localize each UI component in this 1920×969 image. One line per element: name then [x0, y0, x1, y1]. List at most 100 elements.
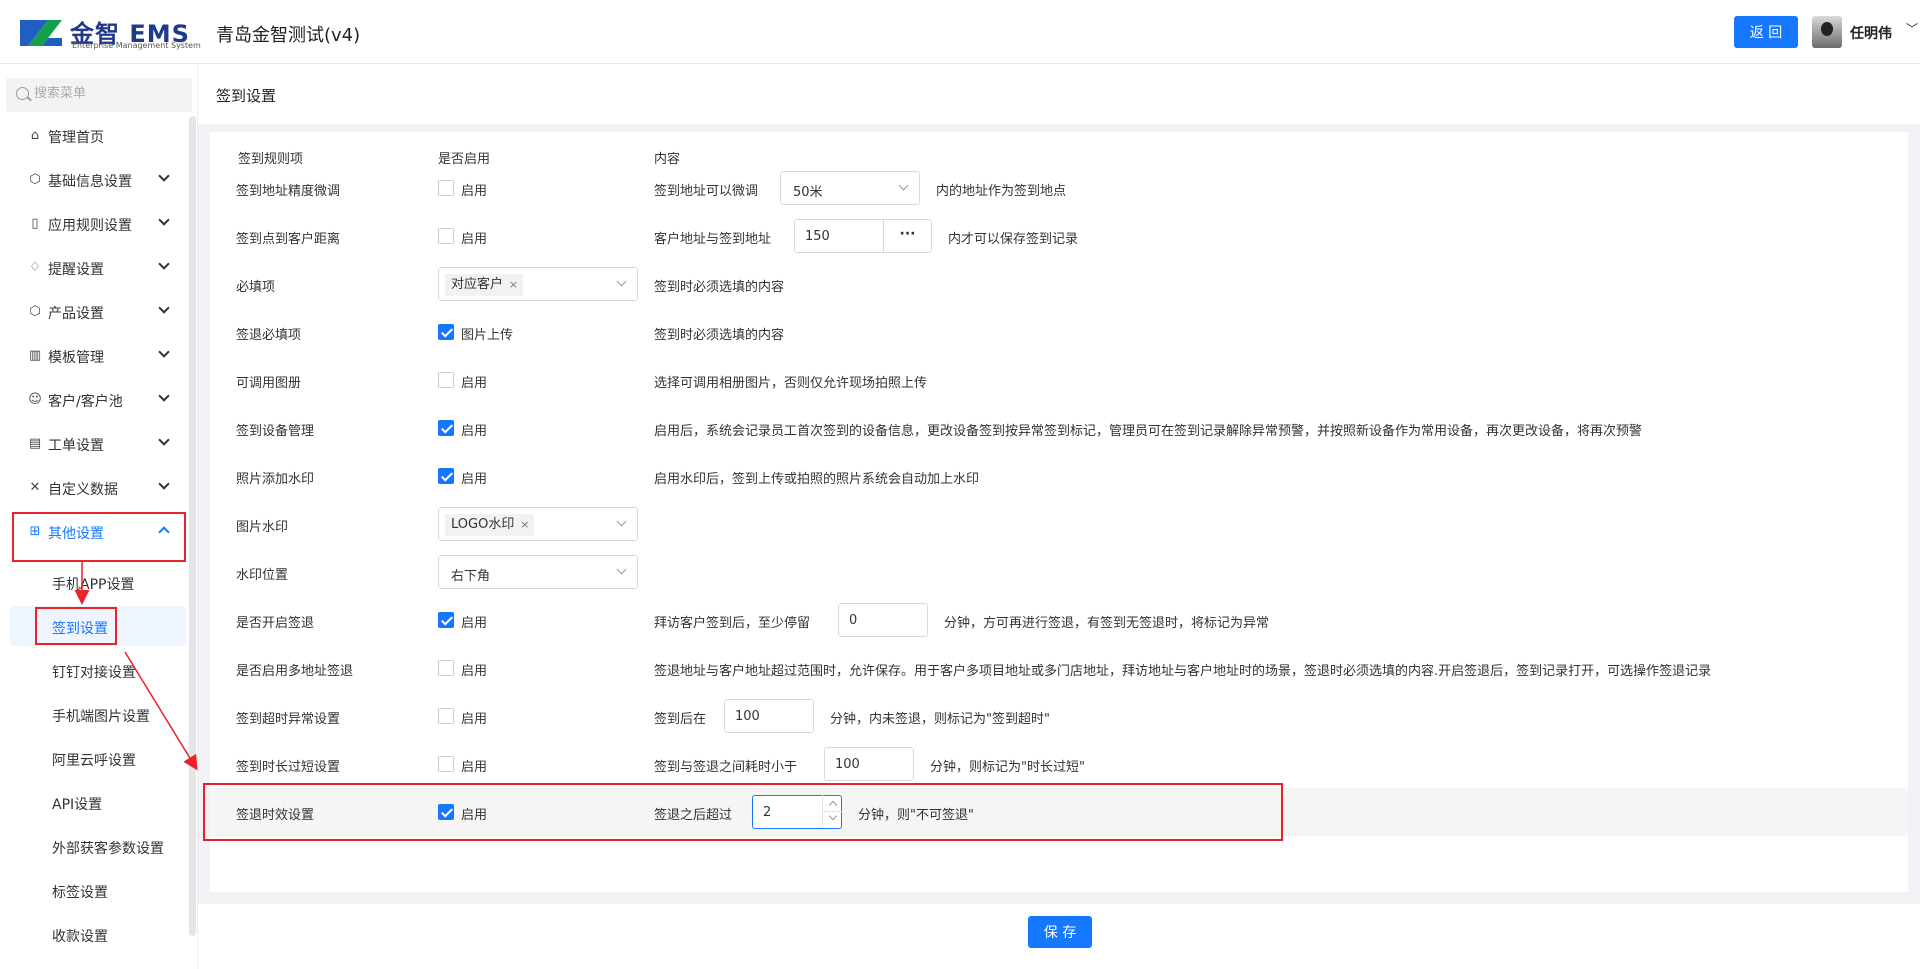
row-text: 选择可调用相册图片，否则仅允许现场拍照上传 [654, 376, 928, 391]
watermark-select[interactable]: LOGO水印 × [438, 507, 638, 541]
checkbox-label: 启用 [461, 376, 488, 391]
sidebar: ⌂ 管理首页 ⬡ 基础信息设置 ▯ 应用规则设置 ♢ 提醒设置 ⬡ 产品设置 ▥… [0, 64, 198, 969]
distance-input[interactable] [794, 219, 884, 253]
sidebar-item-other-settings[interactable]: ⊞ 其他设置 [0, 510, 186, 554]
distance-select[interactable]: 50米 [780, 171, 920, 205]
validity-number-input[interactable] [752, 795, 843, 829]
sidebar-item-basic-info[interactable]: ⬡ 基础信息设置 [0, 158, 186, 202]
sidebar-subitem-mobile-app[interactable]: 手机APP设置 [0, 562, 186, 602]
chevron-down-icon [158, 390, 168, 400]
page-title: 签到设置 [216, 87, 277, 105]
company-logo[interactable]: 金智 EMS Enterprise Management System [18, 14, 201, 52]
enable-checkbox[interactable] [438, 324, 454, 340]
tag-label: LOGO水印 [451, 517, 515, 532]
sidebar-item-products[interactable]: ⬡ 产品设置 [0, 290, 186, 334]
avatar[interactable] [1812, 16, 1842, 48]
checkbox-label: 启用 [461, 472, 488, 487]
enable-checkbox[interactable] [438, 660, 454, 676]
user-name[interactable]: 任明伟 [1850, 23, 1892, 43]
chevron-down-icon[interactable] [828, 811, 838, 821]
back-button[interactable]: 返 回 [1734, 16, 1798, 48]
checkbox-label: 图片上传 [461, 328, 514, 343]
sidebar-subitem-label: 阿里云呼设置 [52, 753, 136, 769]
enable-checkbox[interactable] [438, 756, 454, 772]
row-label: 照片添加水印 [236, 472, 315, 487]
row-text: 分钟，内未签退，则标记为"签到超时" [830, 712, 1050, 727]
sidebar-item-tickets[interactable]: ▤ 工单设置 [0, 422, 186, 466]
sidebar-scrollbar[interactable] [189, 116, 196, 936]
enable-checkbox[interactable] [438, 804, 454, 820]
sidebar-item-label: 产品设置 [48, 306, 104, 322]
row-text: 签到时必须选填的内容 [654, 280, 785, 295]
sidebar-item-templates[interactable]: ▥ 模板管理 [0, 334, 186, 378]
sidebar-item-custom-data[interactable]: ✕ 自定义数据 [0, 466, 186, 510]
sidebar-subitem-payments[interactable]: 收款设置 [0, 914, 186, 954]
watermark-position-select[interactable]: 右下角 [438, 555, 638, 589]
menu-search-input[interactable] [34, 86, 184, 101]
chevron-down-icon [616, 564, 627, 575]
sidebar-subitem-api[interactable]: API设置 [0, 782, 186, 822]
row-label: 签退必填项 [236, 328, 302, 343]
tag-close-icon[interactable]: × [520, 514, 529, 536]
sidebar-subitem-tags[interactable]: 标签设置 [0, 870, 186, 910]
grid-icon: ⊞ [29, 524, 41, 539]
enable-checkbox[interactable] [438, 612, 454, 628]
sidebar-subitem-external-params[interactable]: 外部获客参数设置 [0, 826, 186, 866]
row-label: 是否启用多地址签退 [236, 664, 354, 679]
chevron-down-icon [158, 478, 168, 488]
user-menu-chevron-icon[interactable]: ﹀ [1906, 20, 1918, 37]
sidebar-subitem-label: 手机端图片设置 [52, 709, 150, 725]
sidebar-subitem-label: 外部获客参数设置 [52, 841, 164, 857]
enable-checkbox[interactable] [438, 372, 454, 388]
sidebar-subitem-mobile-images[interactable]: 手机端图片设置 [0, 694, 186, 734]
chevron-down-icon [158, 170, 168, 180]
row-text: 分钟，方可再进行签退，有签到无签退时，将标记为异常 [944, 616, 1270, 631]
sidebar-item-label: 客户/客户池 [48, 394, 123, 410]
more-options-button[interactable]: ··· [884, 219, 932, 253]
timeout-input[interactable] [724, 699, 814, 733]
row-text: 签到地址可以微调 [654, 184, 759, 199]
required-fields-select[interactable]: 对应客户 × [438, 267, 638, 301]
checkbox-label: 启用 [461, 760, 488, 775]
row-text: 内的地址作为签到地点 [936, 184, 1067, 199]
setting-row-customer-distance: 签到点到客户距离 启用 客户地址与签到地址 ··· 内才可以保存签到记录 [210, 212, 1908, 260]
row-text: 分钟，则"不可签退" [858, 808, 974, 823]
sidebar-subitem-aliyun-call[interactable]: 阿里云呼设置 [0, 738, 186, 778]
sidebar-subitem-dingtalk[interactable]: 钉钉对接设置 [0, 650, 186, 690]
sidebar-subitem-label: API设置 [52, 797, 103, 813]
min-stay-input[interactable] [838, 603, 928, 637]
checkbox-label: 启用 [461, 808, 488, 823]
sidebar-item-label: 应用规则设置 [48, 218, 132, 234]
sidebar-item-customers[interactable]: ☺ 客户/客户池 [0, 378, 186, 422]
sidebar-item-home[interactable]: ⌂ 管理首页 [0, 114, 186, 158]
row-text: 签退地址与客户地址超过范围时，允许保存。用于客户多项目地址或多门店地址，拜访地址… [654, 664, 1712, 679]
chevron-down-icon [616, 516, 627, 527]
logo-mark-icon [20, 20, 62, 46]
sidebar-item-app-rules[interactable]: ▯ 应用规则设置 [0, 202, 186, 246]
sidebar-item-reminders[interactable]: ♢ 提醒设置 [0, 246, 186, 290]
enable-checkbox[interactable] [438, 420, 454, 436]
number-stepper[interactable] [822, 795, 843, 827]
enable-checkbox[interactable] [438, 180, 454, 196]
short-duration-input[interactable] [824, 747, 914, 781]
menu-search[interactable] [6, 78, 192, 112]
enable-checkbox[interactable] [438, 468, 454, 484]
setting-row-watermark-position: 水印位置 右下角 [210, 548, 1908, 596]
row-label: 签退时效设置 [236, 808, 315, 823]
chevron-down-icon [158, 346, 168, 356]
chevron-up-icon[interactable] [828, 800, 838, 810]
row-label: 签到地址精度微调 [236, 184, 341, 199]
setting-row-album: 可调用图册 启用 选择可调用相册图片，否则仅允许现场拍照上传 [210, 356, 1908, 404]
chevron-down-icon [616, 276, 627, 287]
tag-close-icon[interactable]: × [509, 274, 518, 296]
save-button[interactable]: 保 存 [1028, 916, 1092, 948]
tag-label: 对应客户 [451, 277, 504, 292]
row-text: 客户地址与签到地址 [654, 232, 772, 247]
enable-checkbox[interactable] [438, 228, 454, 244]
sidebar-subitem-checkin[interactable]: 签到设置 [10, 606, 186, 646]
sidebar-item-label: 其他设置 [48, 526, 104, 542]
checkbox-label: 启用 [461, 184, 488, 199]
main-content: 签到设置 签到规则项 是否启用 内容 签到地址精度微调 启用 签到地址可以微调 … [198, 64, 1920, 969]
sidebar-item-label: 管理首页 [48, 130, 104, 146]
enable-checkbox[interactable] [438, 708, 454, 724]
